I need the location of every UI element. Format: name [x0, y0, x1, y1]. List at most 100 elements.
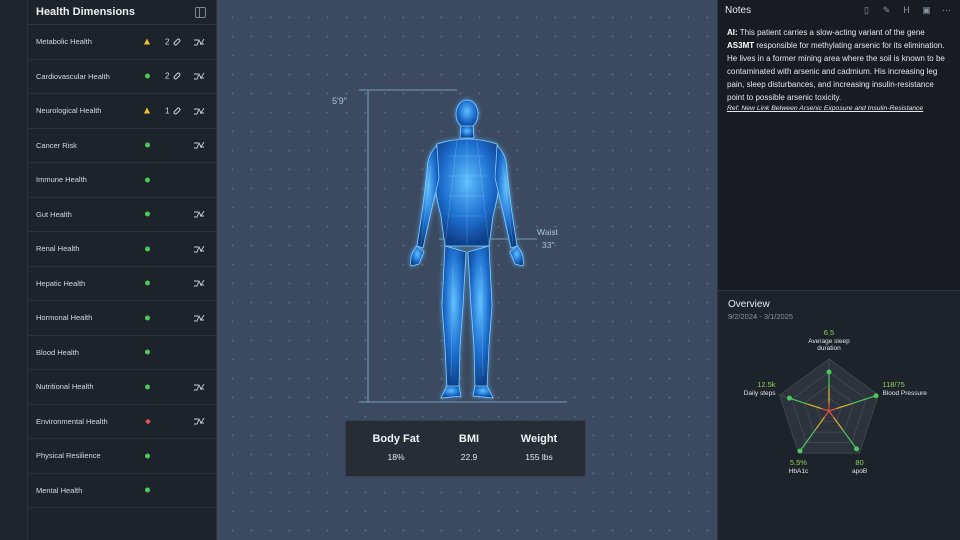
dimension-row[interactable]: Immune Health — [28, 163, 216, 198]
dimension-label: Blood Health — [36, 347, 79, 357]
dimension-row[interactable]: Hepatic Health — [28, 267, 216, 301]
trend-icon[interactable] — [193, 277, 205, 289]
status-ok-dot — [144, 211, 151, 218]
status-ok-dot — [144, 245, 151, 252]
dimension-list: Metabolic Health 2 Cardiovascular Health 2 N… — [28, 25, 216, 508]
status-ok-dot — [144, 487, 151, 494]
dimension-label: Cardiovascular Health — [36, 71, 110, 81]
trend-icon[interactable] — [193, 139, 205, 151]
body-fat-metric: Body Fat 18% — [361, 433, 431, 462]
ai-prefix: AI: — [727, 28, 738, 37]
dimension-row[interactable]: Cardiovascular Health 2 — [28, 60, 216, 94]
notes-header: Notes ▯ ✎ H ▣ ⋯ — [718, 0, 960, 20]
dimension-label: Hormonal Health — [36, 313, 93, 323]
dimension-label: Immune Health — [36, 175, 87, 185]
height-label: 5'9" — [332, 96, 347, 106]
metric-value: 155 lbs — [525, 452, 553, 462]
waist-value: 33" — [542, 240, 555, 250]
notes-panel: Notes ▯ ✎ H ▣ ⋯ AI: This patient carries… — [717, 0, 960, 290]
notes-text-part2: responsible for methylating arsenic for … — [727, 41, 945, 102]
status-ok-dot — [144, 280, 151, 287]
trend-icon[interactable] — [193, 312, 205, 324]
notes-toolbar: ▯ ✎ H ▣ ⋯ — [861, 5, 952, 16]
dimension-label: Mental Health — [36, 485, 83, 495]
weight-metric: Weight 155 lbs — [504, 433, 574, 462]
trend-icon[interactable] — [193, 243, 205, 255]
dimension-label: Neurological Health — [36, 106, 102, 116]
dimension-row[interactable]: Renal Health — [28, 232, 216, 267]
radar-axis-label: duration — [817, 345, 841, 352]
trend-icon[interactable] — [193, 70, 205, 82]
dimension-row[interactable]: Hormonal Health — [28, 301, 216, 336]
link-count: 2 — [165, 37, 170, 47]
metric-label: Body Fat — [372, 433, 420, 445]
overview-radar-chart: 6.5Average sleepduration 118/75Blood Pres… — [744, 328, 928, 475]
radar-axis-value: 12.5k — [757, 380, 776, 389]
metric-label: BMI — [458, 433, 480, 445]
waist-label: Waist — [537, 227, 558, 237]
radar-axis-value: 80 — [855, 458, 863, 467]
status-warning-icon — [144, 107, 151, 114]
trend-icon[interactable] — [193, 36, 205, 48]
notes-text-part1: This patient carries a slow-acting varia… — [737, 28, 925, 37]
radar-axis-value: 5.5% — [790, 458, 807, 467]
collapse-sidebar-icon[interactable] — [195, 6, 206, 18]
left-rail — [0, 0, 28, 540]
dimension-label: Hepatic Health — [36, 278, 86, 288]
radar-axis-label: Blood Pressure — [882, 390, 927, 397]
gene-name: AS3MT — [727, 41, 755, 50]
status-ok-dot — [144, 73, 151, 80]
reference-link[interactable]: Ref: New Link Between Arsenic Exposure a… — [718, 104, 960, 114]
trend-icon[interactable] — [193, 105, 205, 117]
dimension-row[interactable]: Gut Health — [28, 198, 216, 232]
edit-pencil-icon[interactable]: ✎ — [881, 5, 892, 16]
status-ok-dot — [144, 452, 151, 459]
radar-point[interactable] — [797, 448, 803, 454]
dimension-row[interactable]: Physical Resilience — [28, 439, 216, 474]
dimension-row[interactable]: Environmental Health — [28, 405, 216, 439]
radar-axis-value: 118/75 — [882, 380, 904, 389]
status-ok-dot — [144, 383, 151, 390]
radar-point[interactable] — [854, 446, 860, 452]
dimension-label: Cancer Risk — [36, 140, 77, 150]
radar-axis-value: 6.5 — [824, 328, 834, 337]
more-options-icon[interactable]: ⋯ — [941, 5, 952, 16]
sidebar-header: Health Dimensions — [28, 0, 216, 25]
panel-toggle-icon[interactable]: ▯ — [861, 5, 872, 16]
status-ok-dot — [144, 176, 151, 183]
status-ok-dot — [144, 314, 151, 321]
dimension-row[interactable]: Mental Health — [28, 474, 216, 508]
radar-point[interactable] — [786, 395, 792, 401]
image-icon[interactable]: ▣ — [921, 5, 932, 16]
status-ok-dot — [144, 142, 151, 149]
body-canvas: 5'9" Waist 33" Body Fat 18% BMI 22.9 Wei… — [217, 0, 717, 540]
bmi-metric: BMI 22.9 — [434, 433, 504, 462]
radar-axis-label: HbA1c — [789, 468, 809, 475]
link-count: 2 — [165, 71, 170, 81]
trend-icon[interactable] — [193, 415, 205, 427]
metric-value: 22.9 — [460, 452, 478, 462]
dimension-row[interactable]: Neurological Health 1 — [28, 94, 216, 129]
dimension-row[interactable]: Nutritional Health — [28, 370, 216, 405]
trend-icon[interactable] — [193, 208, 205, 220]
human-body-figure — [410, 99, 524, 399]
trend-icon[interactable] — [193, 381, 205, 393]
notes-body[interactable]: AI: This patient carries a slow-acting v… — [718, 20, 960, 104]
radar-axis-label: Average sleep — [808, 338, 850, 345]
heading-icon[interactable]: H — [901, 5, 912, 16]
health-dimensions-sidebar: Health Dimensions Metabolic Health 2 Cardi… — [28, 0, 217, 540]
dimension-label: Nutritional Health — [36, 382, 94, 392]
notes-title: Notes — [725, 4, 752, 16]
dimension-label: Physical Resilience — [36, 451, 101, 461]
dimension-row[interactable]: Metabolic Health 2 — [28, 25, 216, 60]
dimension-label: Gut Health — [36, 209, 72, 219]
status-alert-icon — [144, 418, 151, 425]
sidebar-title: Health Dimensions — [36, 6, 136, 18]
dimension-label: Metabolic Health — [36, 37, 92, 47]
dimension-label: Environmental Health — [36, 416, 108, 426]
radar-point[interactable] — [873, 393, 879, 399]
dimension-row[interactable]: Blood Health — [28, 336, 216, 370]
dimension-row[interactable]: Cancer Risk — [28, 129, 216, 163]
radar-axis-label: Daily steps — [744, 390, 777, 397]
radar-point[interactable] — [826, 369, 832, 375]
